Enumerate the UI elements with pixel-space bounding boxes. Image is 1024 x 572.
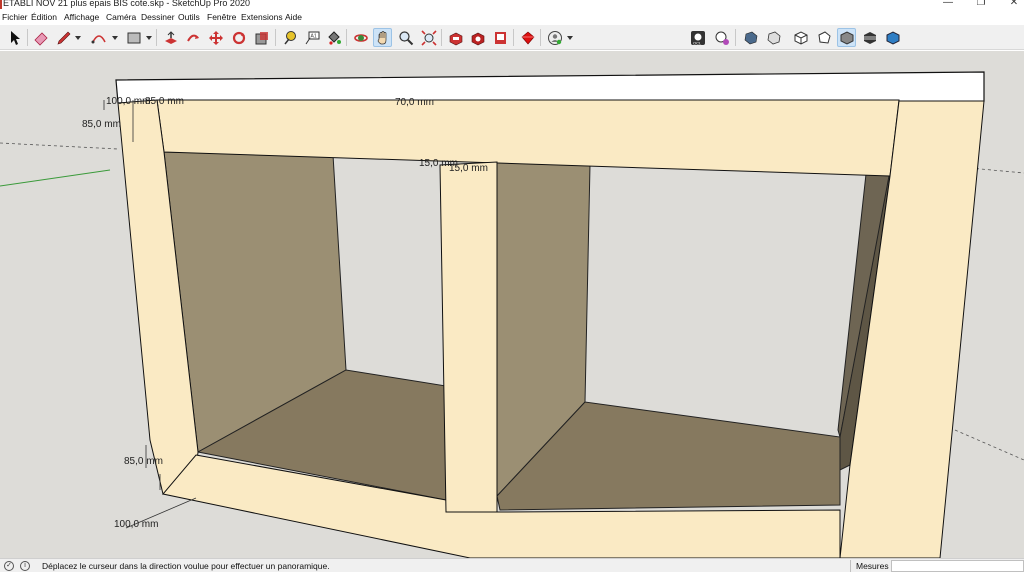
measurements-label: Mesures — [856, 561, 889, 571]
view-bottom-icon[interactable] — [883, 28, 902, 47]
view-left-icon[interactable] — [860, 28, 879, 47]
minimize-button[interactable]: — — [940, 0, 956, 8]
status-bar: ✓ i Déplacez le curseur dans la directio… — [0, 558, 1024, 572]
restore-button[interactable]: ❐ — [973, 0, 989, 8]
chevron-down-icon[interactable] — [112, 36, 118, 40]
rectangle-icon[interactable] — [124, 28, 143, 47]
axis-line — [969, 167, 1024, 174]
status-separator — [850, 560, 851, 572]
zoom-icon[interactable] — [396, 28, 415, 47]
view-iso-icon[interactable] — [741, 28, 760, 47]
menu-camera[interactable]: Caméra — [106, 12, 136, 22]
select-icon[interactable] — [5, 28, 24, 47]
sketchup-app-icon — [0, 0, 2, 9]
toolbar-separator — [27, 29, 28, 46]
toolbar-separator — [735, 29, 736, 46]
push-pull-icon[interactable] — [161, 28, 180, 47]
workbench-model: 100,0 mm 85,0 mm 70,0 mm 85,0 mm 15,0 mm… — [0, 71, 1024, 558]
info-icon[interactable]: i — [20, 561, 30, 571]
warehouse-icon[interactable] — [446, 28, 465, 47]
view-back-icon[interactable] — [837, 28, 856, 47]
toolbar-separator — [441, 29, 442, 46]
svg-text:A1: A1 — [310, 33, 316, 39]
paint-bucket-icon[interactable] — [324, 28, 343, 47]
dimension-label[interactable]: 85,0 mm — [124, 456, 163, 467]
measurements-input[interactable] — [891, 560, 1024, 572]
title-bar: ETABLI NOV 21 plus epais BIS cote.skp - … — [0, 0, 1024, 11]
dimension-label[interactable]: 100,0 mm — [106, 96, 150, 107]
toolbar-separator — [156, 29, 157, 46]
eraser-icon[interactable] — [31, 28, 50, 47]
menu-outils[interactable]: Outils — [178, 12, 200, 22]
dimension-label[interactable]: 85,0 mm — [82, 119, 121, 130]
move-icon[interactable] — [183, 28, 202, 47]
menu-extensions[interactable]: Extensions — [241, 12, 283, 22]
account-icon[interactable] — [545, 28, 564, 47]
geolocation-icon[interactable]: ✓ — [4, 561, 14, 571]
svg-text:OCL: OCL — [693, 40, 702, 45]
green-axis-line — [0, 169, 111, 187]
toolbar-separator — [275, 29, 276, 46]
menu-edition[interactable]: Édition — [31, 12, 57, 22]
status-message: Déplacez le curseur dans la direction vo… — [42, 561, 330, 571]
extension-warehouse-icon[interactable] — [468, 28, 487, 47]
text-icon[interactable]: A1 — [302, 28, 321, 47]
axis-line — [0, 142, 119, 150]
close-button[interactable]: ✕ — [1006, 0, 1022, 8]
menu-aide[interactable]: Aide — [285, 12, 302, 22]
chevron-down-icon[interactable] — [567, 36, 573, 40]
toolbar-separator — [540, 29, 541, 46]
scale-icon[interactable] — [229, 28, 248, 47]
offset-icon[interactable] — [252, 28, 271, 47]
ruby-icon[interactable] — [518, 28, 537, 47]
menu-fenetre[interactable]: Fenêtre — [207, 12, 236, 22]
menu-affichage[interactable]: Affichage — [64, 12, 99, 22]
main-toolbar: A1 OCL — [0, 25, 1024, 50]
dimension-label[interactable]: 15,0 mm — [449, 163, 488, 174]
chevron-down-icon[interactable] — [75, 36, 81, 40]
pencil-icon[interactable] — [54, 28, 73, 47]
zoom-extents-icon[interactable] — [419, 28, 438, 47]
styles-icon[interactable]: OCL — [688, 28, 707, 47]
menu-dessiner[interactable]: Dessiner — [141, 12, 175, 22]
view-top-icon[interactable] — [764, 28, 783, 47]
pan-icon[interactable] — [373, 28, 392, 47]
model-viewport[interactable]: 100,0 mm 85,0 mm 70,0 mm 85,0 mm 15,0 mm… — [0, 51, 1024, 558]
chevron-down-icon[interactable] — [146, 36, 152, 40]
menu-bar: Fichier Édition Affichage Caméra Dessine… — [0, 11, 1024, 25]
tape-measure-icon[interactable] — [280, 28, 299, 47]
dimension-label[interactable]: 100,0 mm — [114, 519, 158, 530]
color-icon[interactable] — [712, 28, 731, 47]
dimension-label[interactable]: 70,0 mm — [395, 97, 434, 108]
view-right-icon[interactable] — [814, 28, 833, 47]
layout-icon[interactable] — [491, 28, 510, 47]
menu-fichier[interactable]: Fichier — [2, 12, 28, 22]
dimension-label[interactable]: 85,0 mm — [145, 96, 184, 107]
toolbar-separator — [346, 29, 347, 46]
top-slab — [115, 71, 985, 104]
axis-line — [954, 429, 1024, 461]
arc-icon[interactable] — [89, 28, 108, 47]
window-title: ETABLI NOV 21 plus epais BIS cote.skp - … — [3, 0, 250, 8]
rotate-icon[interactable] — [206, 28, 225, 47]
toolbar-separator — [513, 29, 514, 46]
middle-post — [439, 161, 498, 513]
orbit-icon[interactable] — [351, 28, 370, 47]
view-front-icon[interactable] — [791, 28, 810, 47]
